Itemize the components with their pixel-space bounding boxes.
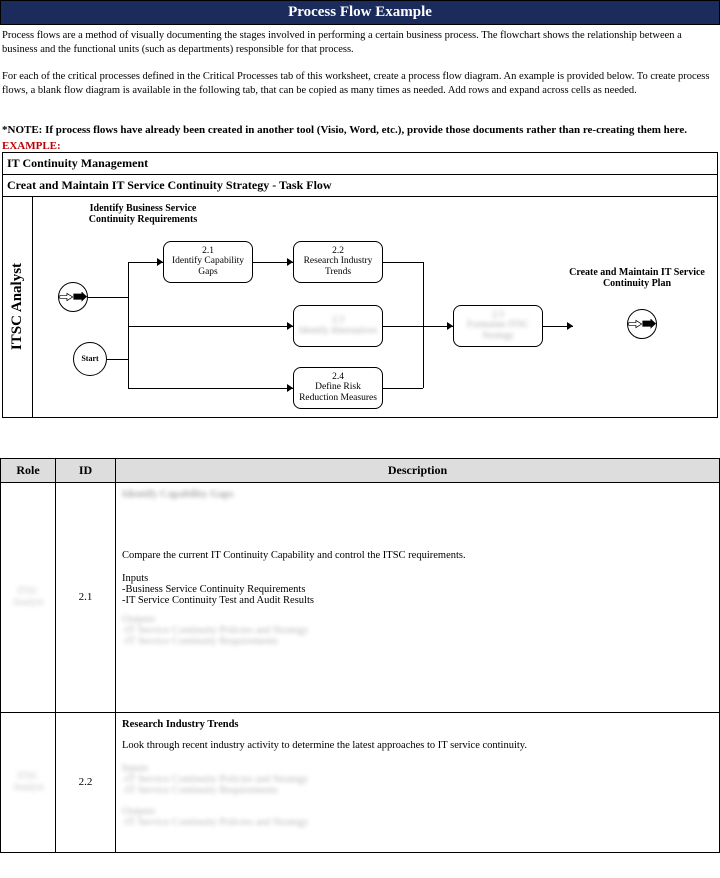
task-2-4: 2.4 Define Risk Reduction Measures bbox=[293, 367, 383, 409]
note-line: *NOTE: If process flows have already bee… bbox=[0, 122, 720, 138]
input-item: -Business Service Continuity Requirement… bbox=[122, 584, 713, 595]
diagram: ITSC Analyst Identify Business Service C… bbox=[3, 197, 717, 417]
page-title: Process Flow Example bbox=[288, 4, 432, 20]
connector bbox=[128, 388, 293, 389]
description-table: Role ID Description ITSC Analyst 2.1 Ide… bbox=[0, 458, 720, 853]
inputs-block: Inputs -IT Service Continuity Policies a… bbox=[122, 763, 713, 796]
connector bbox=[383, 388, 423, 389]
task-2-3: 2.3 Identify Alternatives bbox=[293, 305, 383, 347]
output-label: Create and Maintain IT Service Continuit… bbox=[567, 267, 707, 290]
intro-block: Process flows are a method of visually d… bbox=[0, 25, 720, 122]
col-role: Role bbox=[1, 458, 56, 482]
desc-body: Look through recent industry activity to… bbox=[122, 740, 713, 751]
connector bbox=[128, 326, 293, 327]
task-2-2: 2.2 Research Industry Trends bbox=[293, 241, 383, 283]
intro-paragraph-2: For each of the critical processes defin… bbox=[2, 70, 718, 97]
arrowhead-icon bbox=[287, 322, 293, 330]
connector bbox=[383, 262, 423, 263]
inputs-label: Inputs bbox=[122, 763, 713, 774]
output-item: -IT Service Continuity Policies and Stra… bbox=[122, 817, 713, 828]
task-2-1: 2.1 Identify Capability Gaps bbox=[163, 241, 253, 283]
arrowhead-icon bbox=[287, 384, 293, 392]
task-name: Define Risk Reduction Measures bbox=[296, 382, 380, 403]
task-name: Research Industry Trends bbox=[296, 256, 380, 277]
id-cell: 2.2 bbox=[56, 712, 116, 852]
swimlane-text: ITSC Analyst bbox=[9, 263, 26, 350]
connector bbox=[383, 326, 423, 327]
flow-subtitle: Creat and Maintain IT Service Continuity… bbox=[3, 175, 717, 197]
output-arrow-circle bbox=[627, 309, 657, 339]
connector bbox=[107, 359, 128, 360]
arrowhead-icon bbox=[157, 258, 163, 266]
output-item: -IT Service Continuity Requirements bbox=[122, 636, 713, 647]
input-item: -IT Service Continuity Policies and Stra… bbox=[122, 774, 713, 785]
table-row: ITSC Analyst 2.1 Identify Capability Gap… bbox=[1, 482, 720, 712]
task-num: 2.1 bbox=[202, 246, 214, 256]
arrowhead-icon bbox=[287, 258, 293, 266]
example-label: EXAMPLE: bbox=[0, 138, 720, 152]
output-item: -IT Service Continuity Policies and Stra… bbox=[122, 625, 713, 636]
flow-section-title: IT Continuity Management bbox=[3, 153, 717, 175]
connector bbox=[128, 262, 129, 388]
arrowhead-icon bbox=[567, 322, 573, 330]
swimlane-label: ITSC Analyst bbox=[3, 197, 33, 417]
col-id: ID bbox=[56, 458, 116, 482]
task-name: Identify Alternatives bbox=[299, 326, 377, 336]
connector bbox=[423, 262, 424, 388]
inputs-label: Inputs bbox=[122, 573, 713, 584]
task-num: 2.3 bbox=[332, 315, 344, 325]
role-cell: ITSC Analyst bbox=[1, 482, 56, 712]
connector bbox=[88, 297, 128, 298]
role-cell: ITSC Analyst bbox=[1, 712, 56, 852]
flow-container: IT Continuity Management Creat and Maint… bbox=[2, 152, 718, 418]
intro-paragraph-1: Process flows are a method of visually d… bbox=[2, 29, 718, 56]
outputs-block: Outputs -IT Service Continuity Policies … bbox=[122, 806, 713, 828]
arrowhead-icon bbox=[447, 322, 453, 330]
task-name: Identify Capability Gaps bbox=[166, 256, 250, 277]
outputs-label: Outputs bbox=[122, 806, 713, 817]
description-cell: Research Industry Trends Look through re… bbox=[116, 712, 720, 852]
desc-body: Compare the current IT Continuity Capabi… bbox=[122, 550, 713, 561]
task-name: Formulate ITSC Strategy bbox=[456, 320, 540, 341]
input-item: -IT Service Continuity Requirements bbox=[122, 785, 713, 796]
task-2-5: 2.5 Formulate ITSC Strategy bbox=[453, 305, 543, 347]
input-label: Identify Business Service Continuity Req… bbox=[83, 203, 203, 225]
table-row: ITSC Analyst 2.2 Research Industry Trend… bbox=[1, 712, 720, 852]
start-label: Start bbox=[81, 354, 98, 363]
task-num: 2.4 bbox=[332, 372, 344, 382]
desc-title: Identify Capability Gaps bbox=[122, 489, 713, 500]
col-description: Description bbox=[116, 458, 720, 482]
page-title-bar: Process Flow Example bbox=[0, 0, 720, 25]
input-arrow-circle bbox=[58, 282, 88, 312]
diagram-area: Identify Business Service Continuity Req… bbox=[33, 197, 717, 417]
outputs-block: Outputs -IT Service Continuity Policies … bbox=[122, 614, 713, 647]
input-item: -IT Service Continuity Test and Audit Re… bbox=[122, 595, 713, 606]
desc-title: Research Industry Trends bbox=[122, 719, 713, 730]
outputs-label: Outputs bbox=[122, 614, 713, 625]
task-num: 2.5 bbox=[492, 310, 504, 320]
task-num: 2.2 bbox=[332, 246, 344, 256]
description-cell: Identify Capability Gaps Compare the cur… bbox=[116, 482, 720, 712]
id-cell: 2.1 bbox=[56, 482, 116, 712]
start-node: Start bbox=[73, 342, 107, 376]
